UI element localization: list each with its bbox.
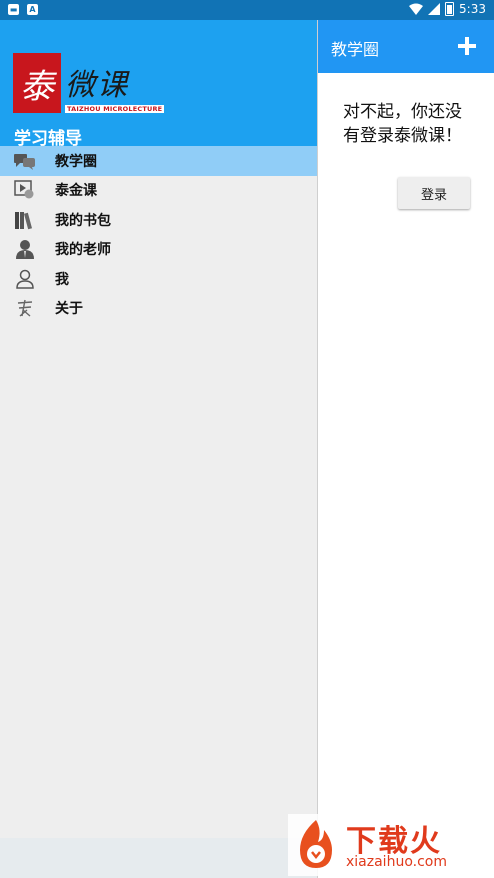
navigation-drawer: 泰 微课 TAIZHOU MICROLECTURE 学习辅导 教学圈 泰金课 我… bbox=[0, 20, 317, 878]
drawer-menu: 教学圈 泰金课 我的书包 我的老师 我 关于 bbox=[0, 146, 317, 323]
menu-label: 关于 bbox=[55, 301, 83, 318]
teacher-icon bbox=[14, 238, 36, 260]
menu-label: 我的书包 bbox=[55, 212, 111, 229]
notification-icon: ▬ bbox=[8, 4, 19, 15]
a-icon: A bbox=[27, 4, 38, 15]
plus-icon[interactable] bbox=[456, 35, 478, 57]
menu-item-teaching-circle[interactable]: 教学圈 bbox=[0, 146, 317, 176]
status-bar: ▬ A 5:33 bbox=[0, 0, 494, 20]
menu-label: 泰金课 bbox=[55, 183, 97, 200]
watermark-url: xiazaihuo.com bbox=[346, 854, 447, 870]
login-button[interactable]: 登录 bbox=[398, 177, 470, 209]
app-bar: 教学圈 bbox=[318, 20, 494, 73]
logo-mark: 泰 bbox=[13, 53, 61, 113]
status-time: 5:33 bbox=[459, 2, 486, 16]
books-icon bbox=[14, 209, 36, 231]
chat-bubbles-icon bbox=[14, 150, 36, 172]
tai-logo-icon bbox=[14, 297, 36, 319]
menu-label: 我的老师 bbox=[55, 242, 111, 259]
flame-logo-icon bbox=[300, 820, 332, 868]
main-content: 教学圈 对不起，你还没有登录泰微课！ 登录 bbox=[317, 20, 494, 878]
signal-icon bbox=[428, 3, 441, 15]
menu-item-taijin-course[interactable]: 泰金课 bbox=[0, 176, 317, 206]
login-required-message: 对不起，你还没有登录泰微课！ bbox=[343, 102, 462, 146]
page-title: 教学圈 bbox=[331, 40, 380, 59]
menu-label: 教学圈 bbox=[55, 153, 97, 170]
menu-label: 我 bbox=[55, 271, 69, 288]
battery-icon bbox=[445, 2, 455, 16]
watermark: 下载火 xiazaihuo.com bbox=[288, 814, 490, 876]
video-play-icon bbox=[14, 179, 36, 201]
app-logo: 泰 微课 TAIZHOU MICROLECTURE bbox=[13, 53, 165, 113]
drawer-footer bbox=[0, 838, 317, 878]
drawer-header: 泰 微课 TAIZHOU MICROLECTURE 学习辅导 bbox=[0, 20, 317, 149]
logo-text: 微课 bbox=[65, 68, 129, 103]
wifi-icon bbox=[409, 3, 424, 15]
menu-item-about[interactable]: 关于 bbox=[0, 294, 317, 324]
menu-item-me[interactable]: 我 bbox=[0, 264, 317, 294]
logo-subtitle: TAIZHOU MICROLECTURE bbox=[65, 105, 165, 113]
menu-item-my-bookbag[interactable]: 我的书包 bbox=[0, 205, 317, 235]
menu-item-my-teacher[interactable]: 我的老师 bbox=[0, 235, 317, 265]
person-icon bbox=[14, 268, 36, 290]
